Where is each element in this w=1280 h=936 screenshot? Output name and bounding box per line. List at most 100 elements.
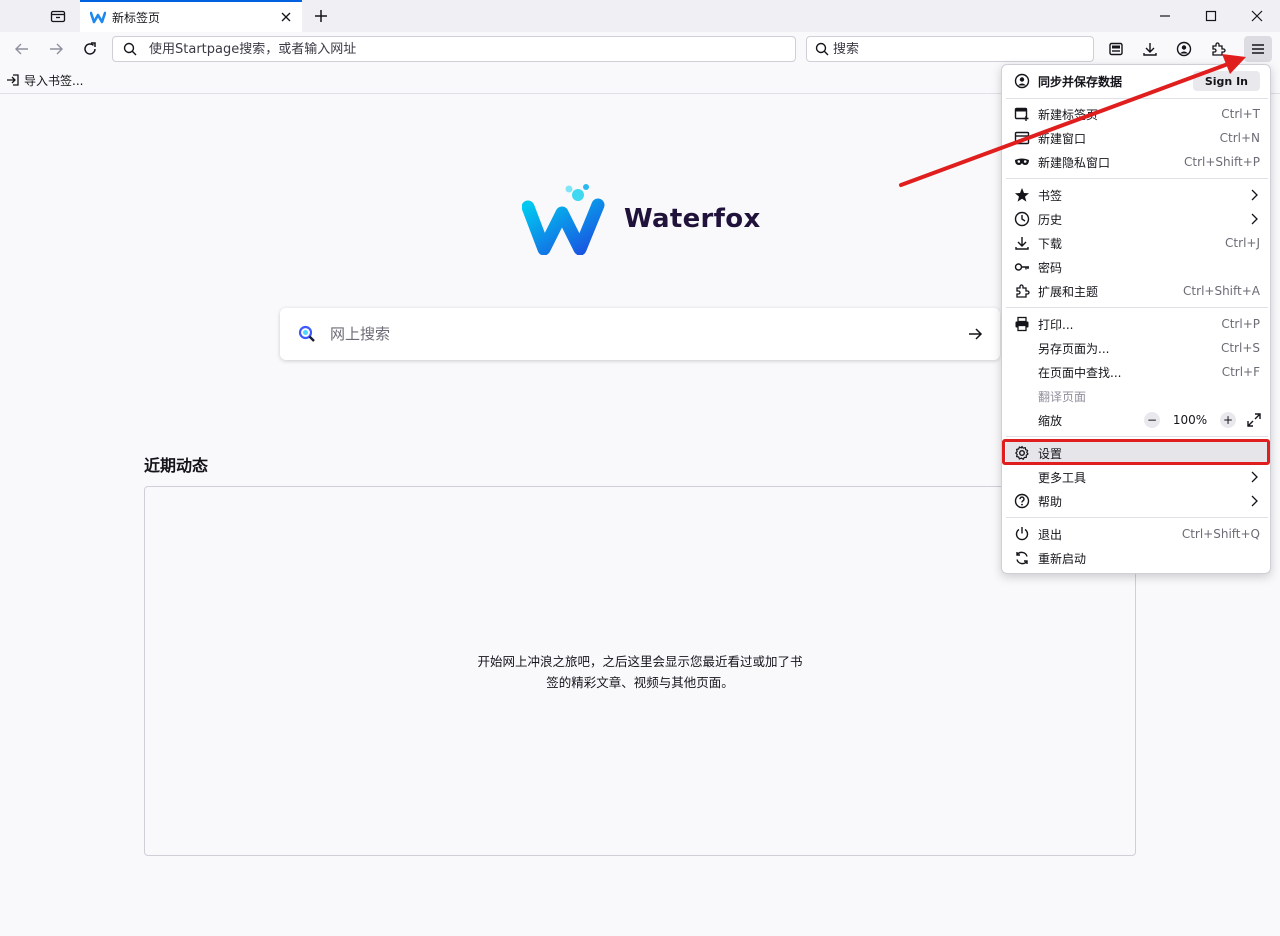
new-tab-button[interactable] [310, 5, 332, 27]
private-mask-icon [1014, 154, 1030, 170]
back-button[interactable] [9, 36, 35, 62]
menu-label: 在页面中查找... [1038, 365, 1122, 380]
minimize-button[interactable] [1142, 0, 1188, 32]
key-icon [1014, 259, 1030, 275]
recent-empty-message: 开始网上冲浪之旅吧，之后这里会显示您最近看过或加了书 签的精彩文章、视频与其他页… [145, 651, 1135, 693]
new-window-icon [1014, 130, 1030, 146]
menu-shortcut: Ctrl+Shift+P [1184, 155, 1260, 169]
account-button[interactable] [1170, 36, 1198, 62]
search-icon [123, 42, 137, 56]
sign-in-button[interactable]: Sign In [1192, 71, 1260, 91]
import-bookmarks-button[interactable]: 导入书签... [6, 71, 83, 89]
fullscreen-button[interactable] [1246, 412, 1262, 428]
menu-save-page[interactable]: 另存页面为... Ctrl+S [1006, 336, 1268, 360]
menu-separator [1006, 307, 1268, 308]
tab-title: 新标签页 [112, 10, 161, 25]
hamburger-menu-icon [1252, 44, 1264, 54]
menu-find-in-page[interactable]: 在页面中查找... Ctrl+F [1006, 360, 1268, 384]
maximize-icon [1205, 10, 1217, 22]
reload-button[interactable] [77, 36, 103, 62]
account-icon [1014, 73, 1030, 89]
search-bar[interactable] [806, 36, 1094, 62]
zoom-value[interactable]: 100% [1170, 413, 1210, 427]
brand-name: Waterfox [624, 204, 761, 234]
menu-label: 新建窗口 [1038, 131, 1087, 146]
chevron-right-icon [1246, 469, 1262, 485]
menu-passwords[interactable]: 密码 [1006, 255, 1268, 279]
url-input[interactable] [149, 41, 795, 57]
zoom-controls: − 100% + [1144, 412, 1262, 428]
menu-new-private-window[interactable]: 新建隐私窗口 Ctrl+Shift+P [1006, 150, 1268, 174]
chevron-right-icon [1246, 187, 1262, 203]
menu-exit[interactable]: 退出 Ctrl+Shift+Q [1006, 522, 1268, 546]
menu-sync-account[interactable]: 同步并保存数据 Sign In [1006, 69, 1268, 93]
url-bar[interactable] [112, 36, 796, 62]
menu-label: 更多工具 [1038, 470, 1087, 485]
close-icon [281, 12, 291, 22]
search-engine-icon [298, 325, 315, 342]
zoom-in-button[interactable]: + [1220, 412, 1236, 428]
chevron-right-icon [1246, 211, 1262, 227]
recent-activity-title: 近期动态 [144, 456, 209, 475]
sync-label: 同步并保存数据 [1038, 74, 1123, 89]
menu-label: 退出 [1038, 527, 1063, 542]
tab-list-button[interactable] [46, 5, 70, 27]
menu-history[interactable]: 历史 [1006, 207, 1268, 231]
menu-label: 书签 [1038, 188, 1063, 203]
menu-shortcut: Ctrl+J [1225, 236, 1260, 250]
close-window-button[interactable] [1234, 0, 1280, 32]
menu-label: 密码 [1038, 260, 1063, 275]
menu-translate-page: 翻译页面 [1006, 384, 1268, 408]
menu-label: 新建标签页 [1038, 107, 1099, 122]
menu-label: 另存页面为... [1038, 341, 1110, 356]
star-icon [1014, 187, 1030, 203]
menu-new-tab[interactable]: 新建标签页 Ctrl+T [1006, 102, 1268, 126]
menu-label: 打印... [1038, 317, 1074, 332]
download-icon [1014, 235, 1030, 251]
tab-list-icon [50, 10, 66, 23]
menu-bookmarks[interactable]: 书签 [1006, 183, 1268, 207]
menu-more-tools[interactable]: 更多工具 [1006, 465, 1268, 489]
puzzle-icon [1212, 42, 1226, 56]
menu-zoom: 缩放 − 100% + [1006, 408, 1268, 432]
sidebar-button[interactable] [1102, 36, 1130, 62]
downloads-button[interactable] [1136, 36, 1164, 62]
minimize-icon [1160, 15, 1170, 17]
extensions-button[interactable] [1204, 36, 1232, 62]
zoom-out-button[interactable]: − [1144, 412, 1160, 428]
menu-print[interactable]: 打印... Ctrl+P [1006, 312, 1268, 336]
app-menu-button[interactable] [1244, 36, 1272, 62]
menu-new-window[interactable]: 新建窗口 Ctrl+N [1006, 126, 1268, 150]
download-icon [1143, 43, 1157, 56]
plus-icon [315, 10, 327, 22]
menu-label: 扩展和主题 [1038, 284, 1099, 299]
web-search-input[interactable] [330, 325, 962, 343]
menu-shortcut: Ctrl+Shift+Q [1181, 527, 1260, 541]
back-arrow-icon [15, 43, 28, 55]
menu-restart[interactable]: 重新启动 [1006, 546, 1268, 570]
menu-help[interactable]: 帮助 [1006, 489, 1268, 513]
arrow-right-icon [969, 328, 983, 340]
printer-icon [1014, 316, 1030, 332]
menu-shortcut: Ctrl+F [1221, 365, 1260, 379]
menu-downloads[interactable]: 下载 Ctrl+J [1006, 231, 1268, 255]
tab-close-button[interactable] [276, 7, 296, 27]
menu-addons-themes[interactable]: 扩展和主题 Ctrl+Shift+A [1006, 279, 1268, 303]
tab-strip: 新标签页 [0, 0, 1280, 32]
help-icon [1014, 493, 1030, 509]
menu-label: 下载 [1038, 236, 1063, 251]
close-icon [1251, 10, 1263, 22]
menu-label: 缩放 [1038, 413, 1063, 428]
web-search-box[interactable] [280, 308, 1000, 360]
waterfox-favicon-icon [90, 9, 106, 25]
app-menu-panel: 同步并保存数据 Sign In 新建标签页 Ctrl+T 新建窗口 Ctrl+N… [1001, 64, 1271, 574]
forward-button[interactable] [43, 36, 69, 62]
recent-empty-line: 开始网上冲浪之旅吧，之后这里会显示您最近看过或加了书 [477, 654, 803, 669]
sidebar-icon [1109, 42, 1123, 56]
search-submit-button[interactable] [962, 321, 988, 347]
menu-shortcut: Ctrl+N [1219, 131, 1260, 145]
search-input[interactable] [833, 41, 1093, 57]
tab-new-tab[interactable]: 新标签页 [80, 0, 302, 32]
menu-separator [1006, 517, 1268, 518]
maximize-button[interactable] [1188, 0, 1234, 32]
